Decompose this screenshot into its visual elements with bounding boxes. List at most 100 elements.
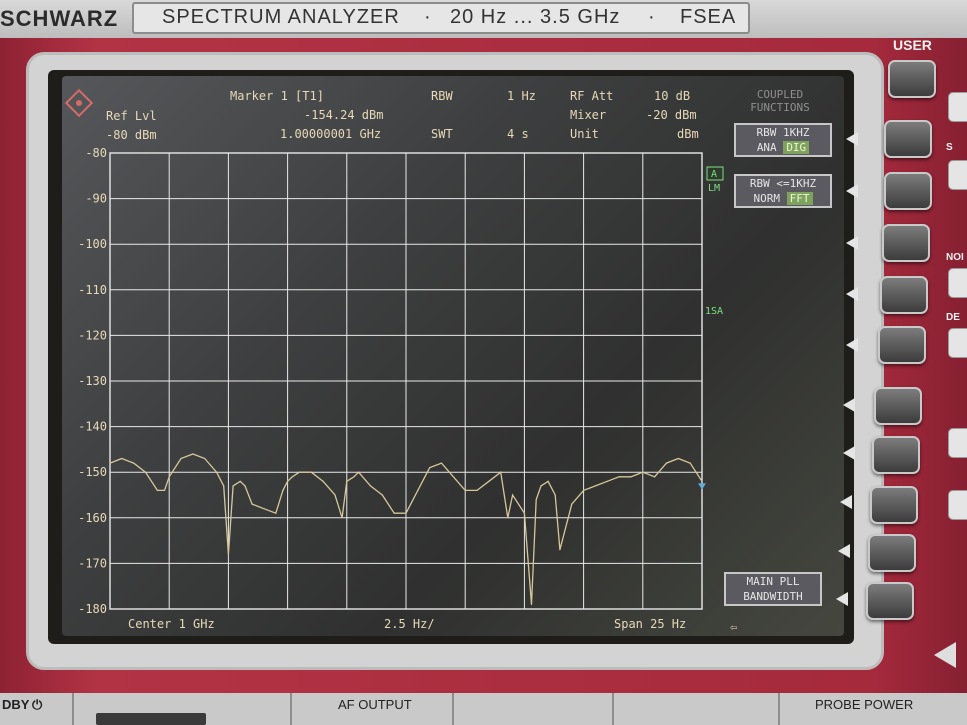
trace-point [424,476,426,478]
softkey-arrow-icon [846,236,858,250]
trace-point [282,489,284,492]
frequency-range: 20 Hz ... 3.5 GHz [450,6,621,28]
connector-slot [96,713,206,725]
trace-point [452,476,454,478]
softkey-rbw-le-1khz-title: RBW <=1KHZ [749,177,817,190]
softkey-10-button[interactable] [866,582,914,620]
y-tick-label: -160 [78,511,107,525]
trace-point [523,512,525,514]
trace-point [133,462,135,464]
softkey-3-button[interactable] [882,224,930,262]
softkey-4-button[interactable] [880,276,928,314]
bottom-connector-strip: DBY ⏻ AF OUTPUT PROBE POWER [0,693,967,725]
trace-point [630,476,632,478]
softkey-main-pll-bandwidth[interactable]: MAIN PLL BANDWIDTH [724,572,822,606]
y-tick-label: -140 [78,420,107,434]
user-button[interactable] [888,60,936,98]
trace-point [346,480,348,482]
softkey-arrow-icon [846,287,858,301]
side-key-2[interactable] [948,160,967,190]
softkey-menu-title: COUPLED FUNCTIONS [740,88,820,114]
trace-point [291,476,293,478]
side-label-noise: NOI [946,252,964,263]
trace-point [535,498,537,501]
power-icon[interactable]: ⏻ [32,697,42,713]
trace-point [606,480,608,482]
softkey-arrow-icon [846,338,858,352]
trace-point [547,480,549,482]
trace-point [144,471,147,473]
divider [452,693,454,725]
trace-point [168,476,170,478]
trace-point [583,489,585,492]
y-tick-label: -110 [78,283,107,297]
softkey-rbw-le-1khz[interactable]: RBW <=1KHZ NORM FFT [734,174,832,208]
trace-point [642,471,644,473]
side-key-3[interactable] [948,268,967,298]
model-plate: SPECTRUM ANALYZER · 20 Hz ... 3.5 GHz · … [132,2,750,34]
y-tick-label: -170 [78,556,107,570]
option-norm: NORM [753,192,781,205]
y-tick-labels: -80 -90 -100 -110 -120 -130 -140 -150 -160 -170 -1… [78,146,107,616]
softkey-pll-line1: MAIN PLL [746,575,800,588]
rbw-value: 1 Hz [507,89,536,103]
trace-point [180,457,182,460]
trace-1sa-indicator: 1SA [705,306,723,317]
trace-point [540,485,542,487]
softkey-7-button[interactable] [872,436,920,474]
rf-att-value: 10 dB [654,89,690,103]
divider [778,693,780,725]
side-key-1[interactable] [948,92,967,122]
softkey-8-button[interactable] [870,486,918,524]
trace-point [554,494,556,496]
trace-point [275,512,277,514]
trace-point [263,508,265,510]
divider [72,693,74,725]
trace-a-indicator: A [711,169,717,180]
left-arrow-key-icon[interactable] [934,642,956,668]
option-ana: ANA [756,141,777,154]
trace-point [559,549,561,551]
back-arrow-icon[interactable]: ⇦ [730,620,737,634]
probe-power-label: PROBE POWER [815,697,914,712]
softkey-9-button[interactable] [868,534,916,572]
trace-point [163,489,166,492]
trace-point [251,503,253,505]
trace-point [701,480,703,482]
softkey-arrow-icon [838,544,850,558]
mixer-label: Mixer [570,108,606,122]
softkey-arrow-icon [836,592,848,606]
softkey-arrow-icon [843,446,855,460]
trace-point [618,476,620,478]
trace-point [244,485,246,487]
trace-point [488,480,490,482]
separator-dot: · [648,6,656,28]
center-frequency: Center 1 GHz [128,617,215,631]
trace-point [665,462,668,464]
lcd-screen: Marker 1 [T1] -154.24 dBm 1.00000001 GHz… [62,76,844,636]
trace-point [654,476,656,478]
side-key-5[interactable] [948,428,967,458]
softkey-arrow-icon [843,398,855,412]
softkey-2-button[interactable] [884,172,932,210]
side-key-4[interactable] [948,328,967,358]
softkey-rbw-1khz[interactable]: RBW 1KHZ ANA DIG [734,123,832,157]
side-key-6[interactable] [948,490,967,520]
softkey-arrow-icon [840,495,852,509]
ref-level-value: -80 dBm [106,128,157,142]
softkey-rbw-1khz-title: RBW 1KHZ [756,126,810,139]
softkey-1-button[interactable] [884,120,932,158]
trace-point [322,480,324,482]
trace-point [223,485,225,487]
trace-point [381,494,383,496]
marker-label: Marker 1 [T1] [230,89,324,103]
unit-label: Unit [570,127,599,141]
model-code: FSEA [680,6,737,28]
divider [612,693,614,725]
trace-point [571,503,573,505]
softkey-6-button[interactable] [874,387,922,425]
softkey-5-button[interactable] [878,326,926,364]
trace-point [156,489,158,492]
trace-point [239,480,241,482]
softkey-pll-line2: BANDWIDTH [743,590,803,603]
